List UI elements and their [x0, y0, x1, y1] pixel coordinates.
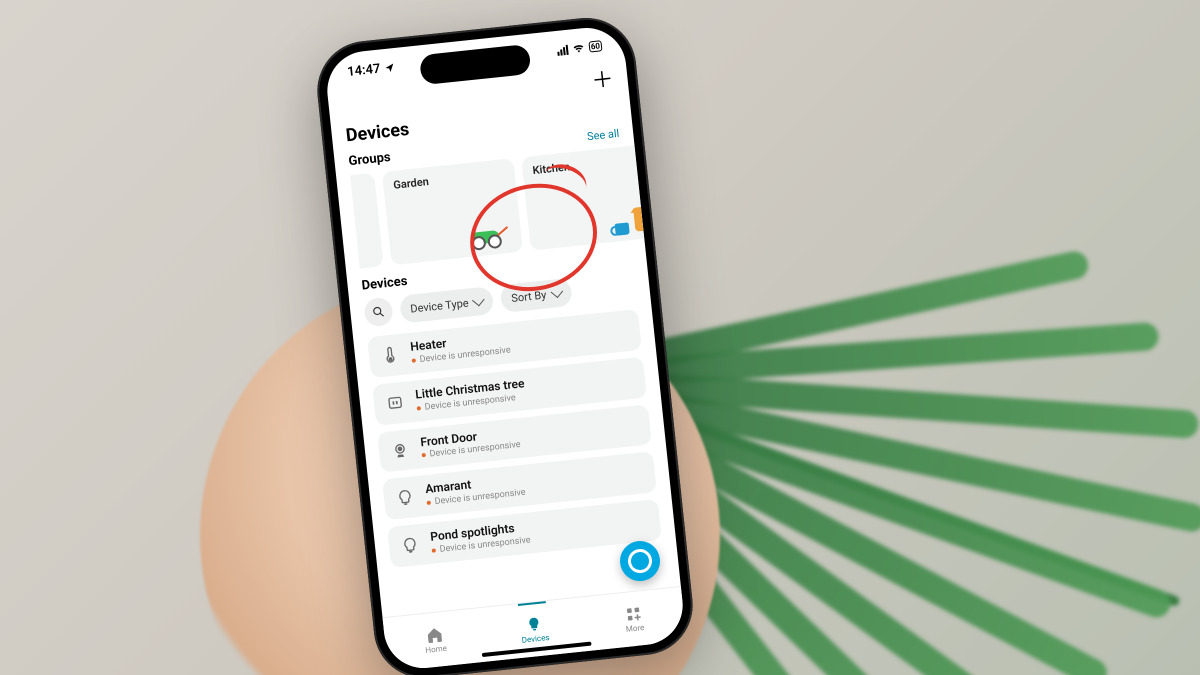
chevron-down-icon	[472, 294, 485, 307]
phone-screen: 14:47 60 ＋ Devices Groups See all	[323, 24, 686, 672]
groups-heading: Groups	[348, 150, 391, 169]
bulb-icon	[393, 486, 417, 510]
device-list: HeaterDevice is unresponsive Little Chri…	[367, 309, 662, 568]
grid-plus-icon	[624, 604, 644, 624]
group-label: Garden	[393, 175, 430, 192]
device-type-filter[interactable]: Device Type	[399, 286, 495, 324]
lawnmower-icon	[468, 223, 514, 251]
add-button[interactable]: ＋	[591, 69, 615, 93]
group-card-kitchen[interactable]: Kitchen	[521, 145, 644, 250]
camera-icon	[388, 438, 412, 462]
pitcher-mug-icon	[609, 202, 645, 236]
group-card-garden[interactable]: Garden	[382, 158, 523, 265]
search-icon	[371, 304, 386, 319]
wifi-icon	[571, 41, 585, 55]
battery-indicator: 60	[588, 40, 602, 52]
home-icon	[425, 625, 445, 645]
chevron-down-icon	[550, 285, 563, 298]
tab-home[interactable]: Home	[383, 608, 488, 672]
thermometer-icon	[378, 343, 402, 367]
see-all-link[interactable]: See all	[586, 127, 619, 143]
sort-by-filter[interactable]: Sort By	[500, 278, 573, 313]
tab-more[interactable]: More	[581, 587, 686, 651]
bulb-icon	[398, 533, 422, 557]
location-icon	[384, 62, 396, 74]
photo-background: 14:47 60 ＋ Devices Groups See all	[0, 0, 1200, 675]
status-time: 14:47	[347, 62, 382, 80]
bulb-icon	[524, 615, 544, 635]
group-label: Kitchen	[532, 160, 571, 177]
group-card-partial[interactable]	[350, 173, 384, 269]
devices-heading: Devices	[361, 274, 408, 294]
plug-icon	[383, 391, 407, 415]
cell-signal-icon	[556, 44, 568, 55]
alexa-ring-icon	[627, 548, 653, 574]
search-button[interactable]	[363, 297, 394, 328]
iphone-frame: 14:47 60 ＋ Devices Groups See all	[312, 13, 697, 675]
